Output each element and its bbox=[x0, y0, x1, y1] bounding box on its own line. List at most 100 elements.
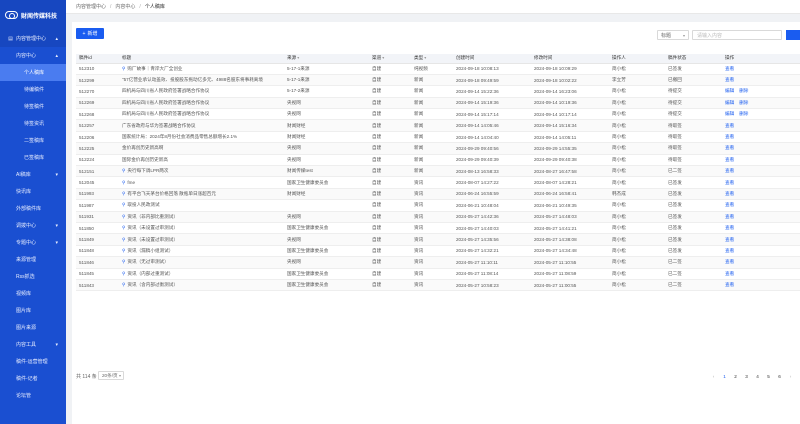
page-size-select[interactable]: 20条/页 ▾ bbox=[98, 371, 124, 380]
cell-created-text: 2024-05-27 11:10:11 bbox=[456, 259, 498, 265]
breadcrumb-item[interactable]: 内容管理中心 bbox=[76, 3, 106, 10]
sidebar-item[interactable]: 视频库 bbox=[0, 285, 66, 302]
search-field-select[interactable]: 标题 ▾ bbox=[657, 30, 689, 40]
cell-id-text: 512270 bbox=[79, 88, 95, 94]
view-link[interactable]: 查看 bbox=[725, 180, 734, 185]
table-row: 511987 ⚲ 取投人民政测试 自建 资讯 2024-06-21 10:48:04 202… bbox=[76, 199, 800, 212]
cell-channel-text: 自建 bbox=[372, 134, 382, 140]
table-body: 512310 ⚲ 购厂故事｜青岸大厂全创业 5-17-1来源 自建 纯视频 2024-09-… bbox=[76, 63, 800, 292]
search-input[interactable]: 请输入内容 bbox=[692, 30, 782, 40]
sidebar-item[interactable]: 稿件-运营管理 bbox=[0, 353, 66, 370]
next-page-button[interactable]: › bbox=[785, 372, 796, 380]
cell-type: 资讯 bbox=[411, 245, 453, 258]
sidebar-item[interactable]: 快讯库 bbox=[0, 183, 66, 200]
edit-link[interactable]: 编辑 bbox=[725, 100, 734, 105]
sidebar-item[interactable]: 待编稿件 bbox=[0, 81, 66, 98]
view-link[interactable]: 查看 bbox=[725, 271, 734, 276]
sidebar-item[interactable]: 调拨中心 ▾ bbox=[0, 217, 66, 234]
cell-created: 2024-05-27 14:35:56 bbox=[453, 233, 531, 246]
articles-table: 稿件id 标题 来源▾ 渠道▾ 类型▾ 创建时间 修改时间 操作人 稿件状态 操作 512310 ⚲… bbox=[76, 54, 800, 292]
cell-title-text: 四机局与四川省人民政府签署战略合作协议 bbox=[122, 99, 210, 105]
view-link[interactable]: 查看 bbox=[725, 123, 734, 128]
cell-type: 资讯 bbox=[411, 268, 453, 280]
view-link[interactable]: 查看 bbox=[725, 134, 734, 139]
view-link[interactable]: 查看 bbox=[725, 168, 734, 173]
sidebar-item[interactable]: 待签稿件 bbox=[0, 98, 66, 115]
sidebar-item[interactable]: 外部稿件库 bbox=[0, 200, 66, 217]
cell-created-text: 2024-08-07 14:27:22 bbox=[456, 180, 499, 186]
cell-source-text: 国家卫生健康委员会 bbox=[287, 282, 329, 288]
page-number[interactable]: 5 bbox=[763, 372, 774, 380]
sidebar-item[interactable]: 待签资讯 bbox=[0, 115, 66, 132]
view-link[interactable]: 查看 bbox=[725, 66, 734, 71]
page-number[interactable]: 4 bbox=[752, 372, 763, 380]
view-link[interactable]: 查看 bbox=[725, 214, 734, 219]
page-number[interactable]: 2 bbox=[730, 372, 741, 380]
delete-link[interactable]: 删除 bbox=[739, 100, 748, 105]
cell-channel: 自建 bbox=[369, 256, 411, 269]
edit-link[interactable]: 编辑 bbox=[725, 111, 734, 116]
page-number[interactable]: 6 bbox=[774, 372, 785, 380]
cell-title-text: 资讯（漏稿小组测试） bbox=[127, 247, 174, 253]
sidebar-item[interactable]: Rss抓选 bbox=[0, 268, 66, 285]
cell-status-text: 已二签 bbox=[668, 282, 682, 288]
column-header[interactable]: 来源▾ bbox=[284, 54, 369, 64]
cell-modified-text: 2024-09-29 14:55:35 bbox=[534, 145, 577, 151]
sidebar-item[interactable]: 来源管理 bbox=[0, 251, 66, 268]
sidebar-item[interactable]: 论坛管 bbox=[0, 387, 66, 404]
delete-link[interactable]: 删除 bbox=[739, 111, 748, 116]
column-header-label: 类型 bbox=[414, 55, 424, 61]
search-button[interactable] bbox=[786, 30, 800, 40]
cell-id: 511845 bbox=[76, 268, 119, 280]
view-link[interactable]: 查看 bbox=[725, 237, 734, 242]
cell-operator: 简小松 bbox=[609, 199, 665, 212]
view-link[interactable]: 查看 bbox=[725, 225, 734, 230]
prev-page-button[interactable]: ‹ bbox=[708, 372, 719, 380]
view-link[interactable]: 查看 bbox=[725, 282, 734, 287]
sidebar-item[interactable]: 二签稿库 bbox=[0, 132, 66, 149]
edit-link[interactable]: 编辑 bbox=[725, 88, 734, 93]
sidebar-item[interactable]: 图片库 bbox=[0, 302, 66, 319]
page-number[interactable]: 1 bbox=[719, 372, 730, 380]
column-header[interactable]: 渠道▾ bbox=[369, 54, 411, 64]
cell-type-text: 资讯 bbox=[414, 225, 424, 231]
page-number[interactable]: 3 bbox=[741, 372, 752, 380]
sidebar-item-label: 已签稿库 bbox=[24, 155, 45, 161]
column-header-label: 修改时间 bbox=[534, 55, 553, 61]
view-link[interactable]: 查看 bbox=[725, 248, 734, 253]
view-link[interactable]: 查看 bbox=[725, 259, 734, 264]
cell-id: 511931 bbox=[76, 211, 119, 223]
column-header[interactable]: 类型▾ bbox=[411, 54, 453, 64]
sidebar-item[interactable]: 内容中心 ▴ bbox=[0, 47, 66, 64]
cell-operations: 查看 bbox=[722, 176, 800, 189]
cell-operator: 简小松 bbox=[609, 108, 665, 121]
cell-type-text: 资讯 bbox=[414, 259, 424, 265]
view-link[interactable]: 查看 bbox=[725, 77, 734, 82]
view-link[interactable]: 查看 bbox=[725, 157, 734, 162]
sidebar-item[interactable]: 专题中心 ▾ bbox=[0, 234, 66, 251]
view-link[interactable]: 查看 bbox=[725, 145, 734, 150]
view-link[interactable]: 查看 bbox=[725, 202, 734, 207]
delete-link[interactable]: 删除 bbox=[739, 88, 748, 93]
cell-type-text: 资讯 bbox=[414, 202, 424, 208]
cell-modified-text: 2024-09-18 10:02:22 bbox=[534, 77, 577, 83]
cell-created-text: 2024-05-27 14:35:56 bbox=[456, 237, 499, 243]
breadcrumb-item[interactable]: 内容中心 bbox=[115, 3, 135, 10]
cell-channel: 自建 bbox=[369, 176, 411, 189]
sidebar-item[interactable]: 已签稿库 bbox=[0, 149, 66, 166]
sidebar-item[interactable]: AI稿库 ▾ bbox=[0, 166, 66, 183]
sidebar-item[interactable]: 图片来源 bbox=[0, 319, 66, 336]
sidebar-item[interactable]: ▤ 内容管理中心 ▴ bbox=[0, 30, 66, 47]
sidebar-item[interactable]: 个人稿库 bbox=[0, 64, 66, 81]
cell-source: 财闻财经 bbox=[284, 131, 369, 144]
cell-operator: 简小松 bbox=[609, 256, 665, 269]
sidebar-item[interactable]: 稿件-记者 bbox=[0, 370, 66, 387]
cell-title: 四机局与四川省人民政府签署战略合作协议 bbox=[119, 85, 284, 98]
link-icon: ⚲ bbox=[122, 65, 126, 71]
cell-id: 512269 bbox=[76, 97, 119, 110]
add-button[interactable]: + 新增 bbox=[76, 28, 104, 39]
cell-source: 央视网 bbox=[284, 154, 369, 167]
view-link[interactable]: 查看 bbox=[725, 191, 734, 196]
table-row: 512225 金价再创历史新高啊 央视网 自建 新闻 2024-09-29 09:40:5… bbox=[76, 142, 800, 155]
sidebar-item[interactable]: 内容工具 ▾ bbox=[0, 336, 66, 353]
